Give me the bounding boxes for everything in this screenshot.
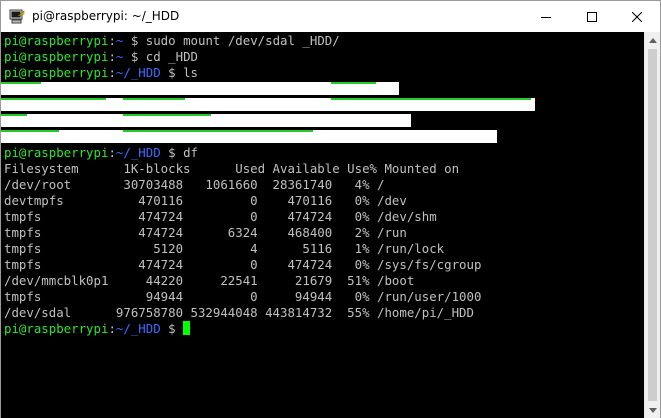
command-text: df xyxy=(183,145,198,160)
terminal-window: pi@raspberrypi: ~/_HDD pi@raspberrypi:~ … xyxy=(0,0,661,418)
prompt-path: ~/_HDD xyxy=(115,65,161,80)
prompt-user-host: pi@raspberrypi xyxy=(4,321,109,336)
minimize-icon xyxy=(541,16,551,18)
redaction-green-mark xyxy=(123,130,313,132)
redaction-green-mark xyxy=(123,114,211,116)
df-row: tmpfs 474724 0 474724 0% /dev/shm xyxy=(4,209,437,224)
prompt-path: ~/_HDD xyxy=(115,145,161,160)
terminal-line-ls: pi@raspberrypi:~/_HDD $ ls xyxy=(4,65,198,81)
prompt-symbol: $ xyxy=(123,49,146,64)
terminal-line-df: pi@raspberrypi:~/_HDD $ df xyxy=(4,145,198,161)
prompt-user-host: pi@raspberrypi xyxy=(4,49,109,64)
scroll-up-button[interactable] xyxy=(645,32,661,48)
command-text: ls xyxy=(183,65,198,80)
df-row: tmpfs 474724 6324 468400 2% /run xyxy=(4,225,407,240)
prompt-symbol: $ xyxy=(160,321,184,336)
df-row: devtmpfs 470116 0 470116 0% /dev xyxy=(4,193,407,208)
df-header-row: Filesystem 1K-blocks Used Available Use%… xyxy=(4,161,460,176)
df-row: tmpfs 5120 4 5116 1% /run/lock xyxy=(4,241,445,256)
prompt-user-host: pi@raspberrypi xyxy=(4,65,109,80)
prompt-user-host: pi@raspberrypi xyxy=(4,145,109,160)
redaction-green-mark xyxy=(1,130,59,132)
putty-terminal-icon[interactable] xyxy=(9,9,25,25)
vertical-scrollbar[interactable] xyxy=(644,32,660,418)
command-text: sudo mount /dev/sdal _HDD/ xyxy=(145,33,340,48)
df-row: /dev/sdal 976758780 532944048 443814732 … xyxy=(4,305,474,320)
terminal-line-cd: pi@raspberrypi:~ $ cd _HDD xyxy=(4,49,198,65)
prompt-path: ~/_HDD xyxy=(115,321,161,336)
redaction-green-mark xyxy=(123,98,185,100)
prompt-symbol: $ xyxy=(160,145,184,160)
redaction-green-mark xyxy=(1,98,106,100)
command-text: cd _HDD xyxy=(145,49,198,64)
prompt-symbol: $ xyxy=(123,33,146,48)
terminal-output[interactable]: pi@raspberrypi:~ $ sudo mount /dev/sdal … xyxy=(1,32,644,418)
redaction-green-mark xyxy=(1,114,27,116)
redaction-green-mark xyxy=(331,98,531,100)
title-bar[interactable]: pi@raspberrypi: ~/_HDD xyxy=(1,1,660,32)
text-cursor xyxy=(183,321,191,335)
redaction-green-mark xyxy=(331,82,376,84)
df-row: /dev/root 30703488 1061660 28361740 4% / xyxy=(4,177,385,192)
df-row: tmpfs 474724 0 474724 0% /sys/fs/cgroup xyxy=(4,257,482,272)
prompt-user-host: pi@raspberrypi xyxy=(4,33,109,48)
prompt-separator: : xyxy=(108,321,116,336)
maximize-icon xyxy=(587,11,597,22)
close-button[interactable] xyxy=(614,1,660,32)
prompt-separator: : xyxy=(108,145,116,160)
chevron-down-icon xyxy=(649,407,657,413)
redaction-green-mark xyxy=(1,82,41,84)
close-icon xyxy=(632,11,642,22)
chevron-up-icon xyxy=(649,37,657,43)
window-title: pi@raspberrypi: ~/_HDD xyxy=(32,9,180,23)
df-row: tmpfs 94944 0 94944 0% /run/user/1000 xyxy=(4,289,482,304)
terminal-line-mount: pi@raspberrypi:~ $ sudo mount /dev/sdal … xyxy=(4,33,340,49)
maximize-button[interactable] xyxy=(569,1,615,32)
prompt-separator: : xyxy=(108,49,116,64)
scroll-down-button[interactable] xyxy=(645,402,661,418)
df-row: /dev/mmcblk0p1 44220 22541 21679 51% /bo… xyxy=(4,273,415,288)
prompt-separator: : xyxy=(108,33,116,48)
scrollbar-thumb[interactable] xyxy=(648,49,657,401)
terminal-line-current-prompt: pi@raspberrypi:~/_HDD $ xyxy=(4,321,191,337)
prompt-symbol: $ xyxy=(160,65,184,80)
minimize-button[interactable] xyxy=(523,1,569,32)
prompt-separator: : xyxy=(108,65,116,80)
